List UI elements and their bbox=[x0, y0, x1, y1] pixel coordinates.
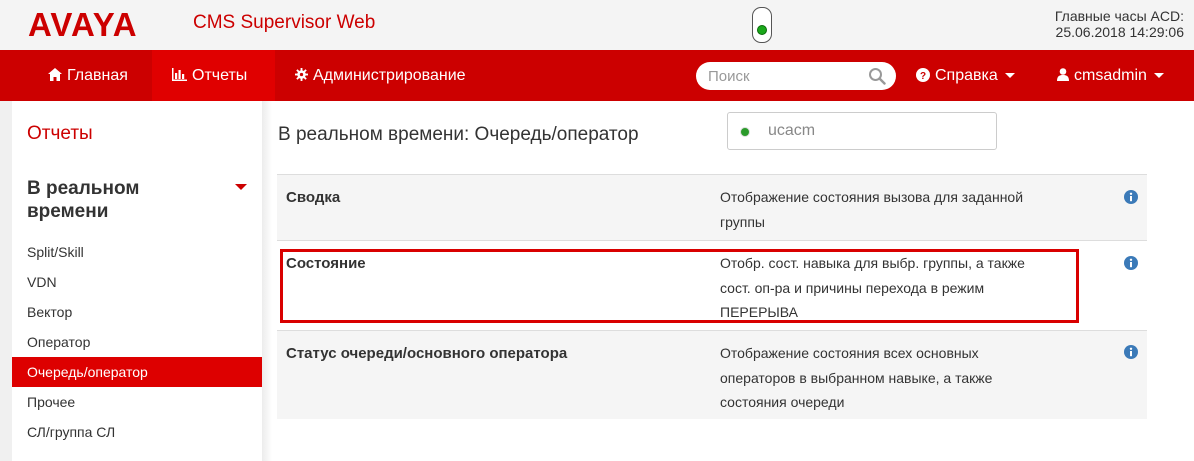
top-header: AVAYA CMS Supervisor Web Главные часы AC… bbox=[0, 0, 1194, 50]
nav-home-label: Главная bbox=[67, 67, 128, 84]
report-name[interactable]: Сводка bbox=[286, 189, 340, 206]
report-name[interactable]: Статус очереди/основного оператора bbox=[286, 345, 567, 362]
acd-clock-label: Главные часы ACD: bbox=[1054, 8, 1184, 24]
bar-chart-icon bbox=[172, 68, 187, 81]
nav-administration[interactable]: Администрирование bbox=[275, 50, 486, 101]
desc-line: Отображение состояния вызова для заданно… bbox=[720, 189, 1024, 205]
nav-reports-label: Отчеты bbox=[192, 67, 248, 84]
search-icon[interactable] bbox=[868, 67, 886, 85]
sidebar-item-trunk-group[interactable]: СЛ/группа СЛ bbox=[12, 417, 262, 447]
question-circle-icon: ? bbox=[916, 68, 930, 82]
avaya-logo: AVAYA bbox=[28, 6, 138, 43]
acd-clock: Главные часы ACD: 25.06.2018 14:29:06 bbox=[1055, 8, 1184, 40]
connection-status-indicator bbox=[752, 7, 772, 43]
svg-text:?: ? bbox=[920, 71, 926, 82]
nav-home[interactable]: Главная bbox=[28, 50, 148, 101]
home-icon bbox=[48, 68, 62, 81]
gear-icon bbox=[295, 68, 308, 81]
info-icon[interactable] bbox=[1124, 190, 1138, 204]
server-name: ucacm bbox=[768, 122, 816, 139]
report-row-queue-top-agent-status[interactable]: Статус очереди/основного оператора Отобр… bbox=[277, 330, 1147, 419]
chevron-down-icon bbox=[1004, 73, 1015, 79]
sidebar-title[interactable]: Отчеты bbox=[27, 123, 93, 145]
server-status-dot bbox=[740, 127, 750, 137]
nav-help[interactable]: ? Справка bbox=[896, 50, 1035, 101]
sidebar-item-vector[interactable]: Вектор bbox=[12, 297, 262, 327]
sidebar: Отчеты В реальном времени Split/Skill VD… bbox=[12, 101, 262, 461]
desc-line: группы bbox=[720, 213, 765, 230]
report-description: Отображение состояния всех основных опер… bbox=[720, 341, 1060, 415]
sidebar-divider bbox=[262, 101, 272, 461]
search-box bbox=[696, 62, 896, 90]
main-navbar: Главная Отчеты Администрирование Поиск ?… bbox=[0, 50, 1194, 101]
caret-down-icon[interactable] bbox=[235, 184, 247, 190]
sidebar-section-realtime[interactable]: В реальном времени bbox=[27, 177, 207, 223]
server-selector[interactable]: ucacm bbox=[727, 112, 997, 150]
sidebar-item-split-skill[interactable]: Split/Skill bbox=[12, 237, 262, 267]
report-row-summary[interactable]: Сводка Отображение состояния вызова для … bbox=[277, 174, 1147, 240]
desc-line: Отображение состояния всех основных bbox=[720, 345, 979, 361]
desc-line: состояния очереди bbox=[720, 394, 845, 410]
nav-reports[interactable]: Отчеты bbox=[152, 50, 275, 101]
user-icon bbox=[1057, 68, 1069, 81]
info-icon[interactable] bbox=[1124, 256, 1138, 270]
sidebar-item-vdn[interactable]: VDN bbox=[12, 267, 262, 297]
nav-administration-label: Администрирование bbox=[313, 67, 466, 84]
chevron-down-icon bbox=[1153, 73, 1164, 79]
nav-user-label: cmsadmin bbox=[1074, 67, 1147, 84]
search-input[interactable] bbox=[708, 66, 858, 86]
highlight-annotation-box bbox=[280, 249, 1079, 323]
sidebar-item-other[interactable]: Прочее bbox=[12, 387, 262, 417]
nav-user-menu[interactable]: cmsadmin bbox=[1037, 50, 1184, 101]
nav-help-label: Справка bbox=[935, 67, 998, 84]
info-icon[interactable] bbox=[1124, 345, 1138, 359]
sidebar-item-queue-agent[interactable]: Очередь/оператор bbox=[12, 357, 262, 387]
sidebar-item-agent[interactable]: Оператор bbox=[12, 327, 262, 357]
acd-clock-value: 25.06.2018 14:29:06 bbox=[1055, 24, 1184, 40]
app-title: CMS Supervisor Web bbox=[193, 12, 376, 33]
page-title: В реальном времени: Очередь/оператор bbox=[278, 124, 639, 145]
desc-line: операторов в выбранном навыке, а также bbox=[720, 369, 993, 386]
report-description: Отображение состояния вызова для заданно… bbox=[720, 185, 1060, 234]
status-green-dot bbox=[757, 25, 767, 35]
sidebar-gutter bbox=[0, 101, 12, 461]
